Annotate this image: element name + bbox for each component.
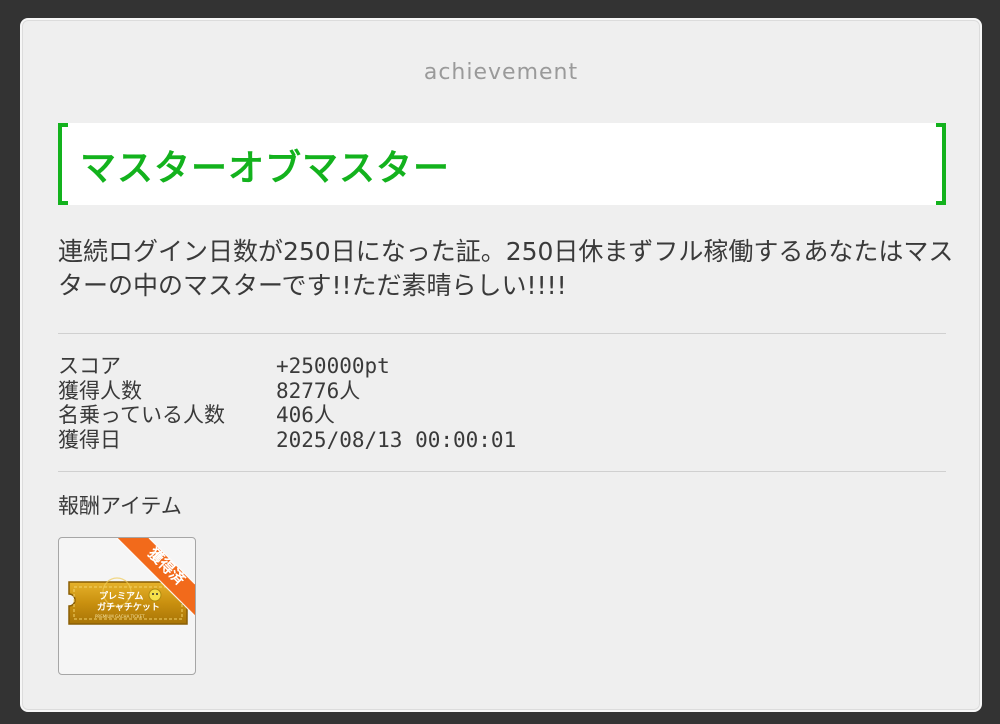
achievement-title: マスターオブマスター bbox=[80, 148, 451, 189]
stat-value: 2025/08/13 00:00:01 bbox=[276, 427, 517, 452]
stat-label: 獲得日 bbox=[58, 427, 121, 452]
achievement-panel: achievement マスターオブマスター 連続ログイン日数が250日になった… bbox=[20, 18, 982, 712]
ticket-name-line2: ガチャチケット bbox=[97, 601, 160, 613]
ticket-subtext: PREMIUM GACHA TICKET bbox=[95, 614, 145, 619]
reward-item[interactable]: プレミアム ガチャチケット PREMIUM GACHA TICKET 獲得済 bbox=[58, 537, 196, 675]
divider bbox=[58, 333, 946, 334]
left-bracket-decoration bbox=[58, 123, 68, 205]
section-header: achievement bbox=[423, 60, 579, 85]
stat-value: 406人 bbox=[276, 403, 335, 427]
stat-value: 82776人 bbox=[276, 378, 361, 403]
stat-label: スコア bbox=[58, 354, 121, 378]
achievement-title-banner: マスターオブマスター bbox=[58, 123, 946, 205]
right-bracket-decoration bbox=[936, 123, 946, 205]
stat-label: 獲得人数 bbox=[58, 378, 142, 403]
reward-heading: 報酬アイテム bbox=[58, 494, 182, 518]
stat-label: 名乗っている人数 bbox=[58, 403, 225, 427]
stat-row-title-users: 名乗っている人数 406人 bbox=[58, 403, 516, 428]
stat-row-acquired-count: 獲得人数 82776人 bbox=[58, 379, 516, 404]
stat-value: +250000pt bbox=[276, 354, 390, 378]
divider bbox=[58, 471, 946, 472]
stat-row-acquired-date: 獲得日 2025/08/13 00:00:01 bbox=[58, 428, 516, 453]
stat-row-score: スコア +250000pt bbox=[58, 354, 516, 379]
ticket-name-line1: プレミアム bbox=[99, 590, 143, 602]
premium-gacha-ticket-icon: プレミアム ガチャチケット PREMIUM GACHA TICKET 獲得済 bbox=[68, 538, 195, 625]
achievement-description: 連続ログイン日数が250日になった証。250日休まずフル稼働するあなたはマスター… bbox=[58, 237, 954, 300]
stats-list: スコア +250000pt 獲得人数 82776人 名乗っている人数 406人 … bbox=[58, 354, 516, 452]
